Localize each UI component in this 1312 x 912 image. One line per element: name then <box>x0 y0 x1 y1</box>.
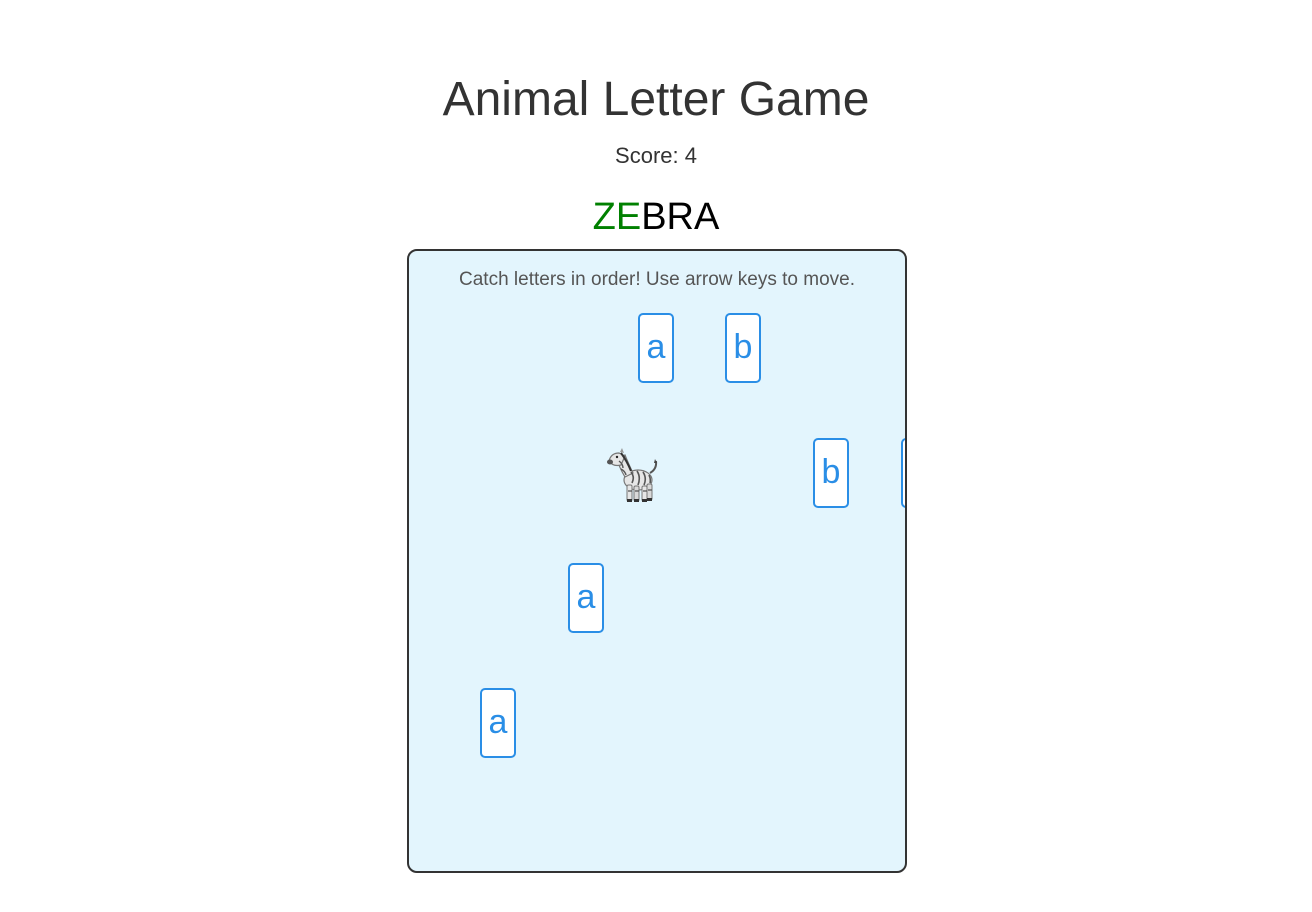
game-instructions: Catch letters in order! Use arrow keys t… <box>459 269 855 290</box>
falling-letter-tile: b <box>813 438 849 508</box>
falling-letter-tile: a <box>568 563 604 633</box>
score-display: Score: 4 <box>615 143 697 168</box>
falling-letter-tile: b <box>725 313 761 383</box>
game-page: Animal Letter Game Score: 4 ZEBRA Catch … <box>0 0 1312 912</box>
page-title: Animal Letter Game <box>442 73 870 126</box>
zebra-icon[interactable] <box>601 447 661 507</box>
falling-letter-tile <box>901 438 905 508</box>
remaining-letters: BRA <box>641 196 720 238</box>
falling-letter-tile: a <box>638 313 674 383</box>
target-word: ZEBRA <box>0 195 1312 239</box>
falling-letter-tile: a <box>480 688 516 758</box>
game-board[interactable]: Catch letters in order! Use arrow keys t… <box>407 249 907 873</box>
caught-letters: ZE <box>592 196 642 238</box>
